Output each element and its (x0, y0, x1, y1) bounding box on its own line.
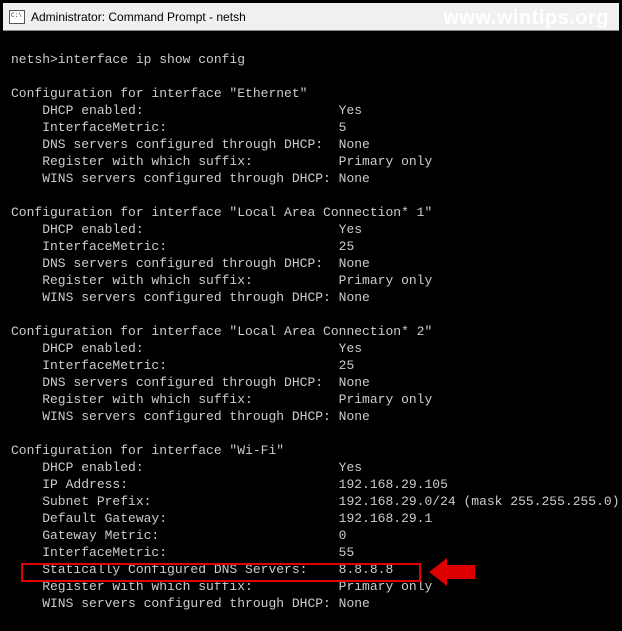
terminal-line: WINS servers configured through DHCP: No… (11, 170, 617, 187)
terminal-line: Default Gateway: 192.168.29.1 (11, 510, 617, 527)
terminal-line: IP Address: 192.168.29.105 (11, 476, 617, 493)
terminal-line (11, 187, 617, 204)
terminal-line: Configuration for interface "Local Area … (11, 323, 617, 340)
terminal-line: InterfaceMetric: 25 (11, 238, 617, 255)
terminal-line: DHCP enabled: Yes (11, 459, 617, 476)
watermark-text: www.wintips.org (443, 7, 609, 30)
terminal-line (11, 612, 617, 629)
terminal-line (11, 68, 617, 85)
terminal-line: DHCP enabled: Yes (11, 221, 617, 238)
terminal-line: Gateway Metric: 0 (11, 527, 617, 544)
terminal-line: Register with which suffix: Primary only (11, 272, 617, 289)
cmd-icon (9, 10, 25, 24)
terminal-output: netsh>interface ip show config Configura… (3, 31, 619, 631)
terminal-line (11, 425, 617, 442)
terminal-line: Statically Configured DNS Servers: 8.8.8… (11, 561, 617, 578)
terminal-line: DNS servers configured through DHCP: Non… (11, 255, 617, 272)
terminal-line: Configuration for interface "Wi-Fi" (11, 442, 617, 459)
terminal-line: InterfaceMetric: 25 (11, 357, 617, 374)
terminal-line: InterfaceMetric: 55 (11, 544, 617, 561)
terminal-line: WINS servers configured through DHCP: No… (11, 595, 617, 612)
terminal-line: WINS servers configured through DHCP: No… (11, 408, 617, 425)
terminal-line: InterfaceMetric: 5 (11, 119, 617, 136)
terminal-line: DHCP enabled: Yes (11, 102, 617, 119)
terminal-line: Configuration for interface "Ethernet" (11, 85, 617, 102)
window-title: Administrator: Command Prompt - netsh (31, 10, 246, 24)
terminal-line: Register with which suffix: Primary only (11, 391, 617, 408)
terminal-line: DNS servers configured through DHCP: Non… (11, 374, 617, 391)
terminal-line: Register with which suffix: Primary only (11, 578, 617, 595)
terminal-line: DHCP enabled: Yes (11, 340, 617, 357)
terminal-line (11, 306, 617, 323)
terminal-line: Register with which suffix: Primary only (11, 153, 617, 170)
terminal-line: Subnet Prefix: 192.168.29.0/24 (mask 255… (11, 493, 617, 510)
terminal-line: netsh>interface ip show config (11, 51, 617, 68)
terminal-line: WINS servers configured through DHCP: No… (11, 289, 617, 306)
terminal-line: DNS servers configured through DHCP: Non… (11, 136, 617, 153)
terminal-line: Configuration for interface "Local Area … (11, 204, 617, 221)
